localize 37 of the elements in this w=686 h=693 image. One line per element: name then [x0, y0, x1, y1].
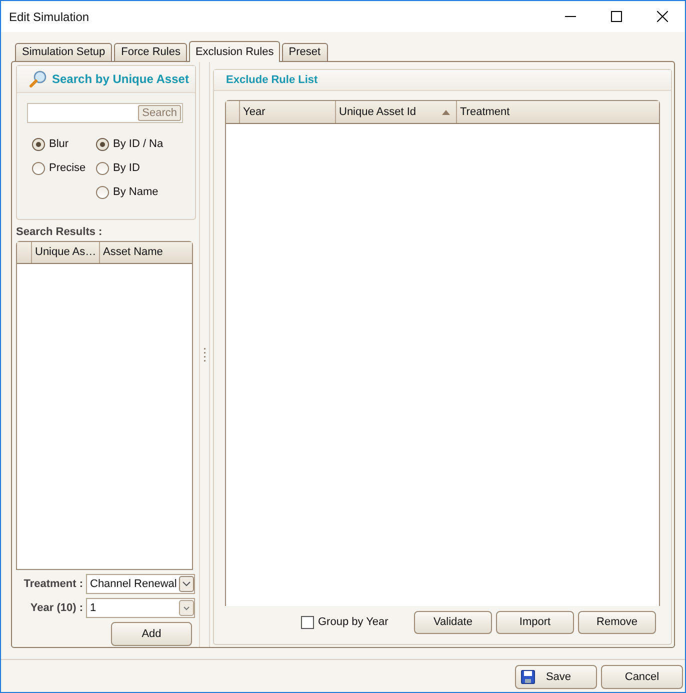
column-header[interactable]: Year — [240, 101, 336, 123]
radio-button[interactable]: By ID / Na — [96, 135, 164, 153]
chevron-icon — [179, 576, 194, 592]
panel-title: Exclude Rule List — [226, 72, 318, 88]
group-by-year-checkbox[interactable]: Group by Year — [301, 614, 401, 630]
radio-button[interactable]: Blur — [32, 135, 96, 153]
dropdown-value: Channel Renewal — [89, 576, 178, 592]
chevron-icon — [179, 600, 194, 616]
window-title: Edit Simulation — [9, 8, 90, 26]
radio-button[interactable]: By ID — [96, 159, 164, 177]
field-label: Treatment : — [22, 576, 84, 592]
radio-button[interactable]: Precise — [32, 159, 96, 177]
action-button[interactable]: Validate — [414, 610, 492, 634]
panel-title: Search by Unique Asset — [52, 71, 189, 88]
radio-button[interactable]: By Name — [96, 183, 164, 201]
magnifier-icon — [29, 70, 47, 88]
save-button[interactable]: Save — [515, 665, 597, 689]
cancel-button[interactable]: Cancel — [601, 665, 683, 689]
field-label: Year (10) : — [29, 600, 84, 616]
column-header[interactable]: Asset Name — [100, 242, 192, 263]
action-button[interactable]: Import — [496, 610, 574, 634]
action-button[interactable]: Remove — [578, 610, 656, 634]
tab[interactable]: Preset — [282, 43, 328, 61]
column-header[interactable]: Treatment — [457, 101, 659, 123]
treatment-dropdown[interactable]: Channel Renewal — [86, 574, 195, 594]
section-label: Search Results : — [16, 225, 104, 240]
add-button[interactable]: Add — [111, 622, 192, 646]
splitter-grip-icon[interactable] — [203, 348, 206, 362]
tab[interactable]: Exclusion Rules — [189, 41, 280, 62]
dropdown-value: 1 — [89, 600, 98, 616]
tab[interactable]: Force Rules — [114, 43, 188, 61]
column-header[interactable]: Unique As… — [32, 242, 100, 263]
column-header[interactable]: Unique Asset Id — [336, 101, 457, 123]
maximize-icon[interactable] — [611, 11, 622, 22]
close-icon[interactable] — [657, 11, 668, 22]
year-dropdown[interactable]: 1 — [86, 598, 195, 618]
tab[interactable]: Simulation Setup — [15, 43, 112, 61]
